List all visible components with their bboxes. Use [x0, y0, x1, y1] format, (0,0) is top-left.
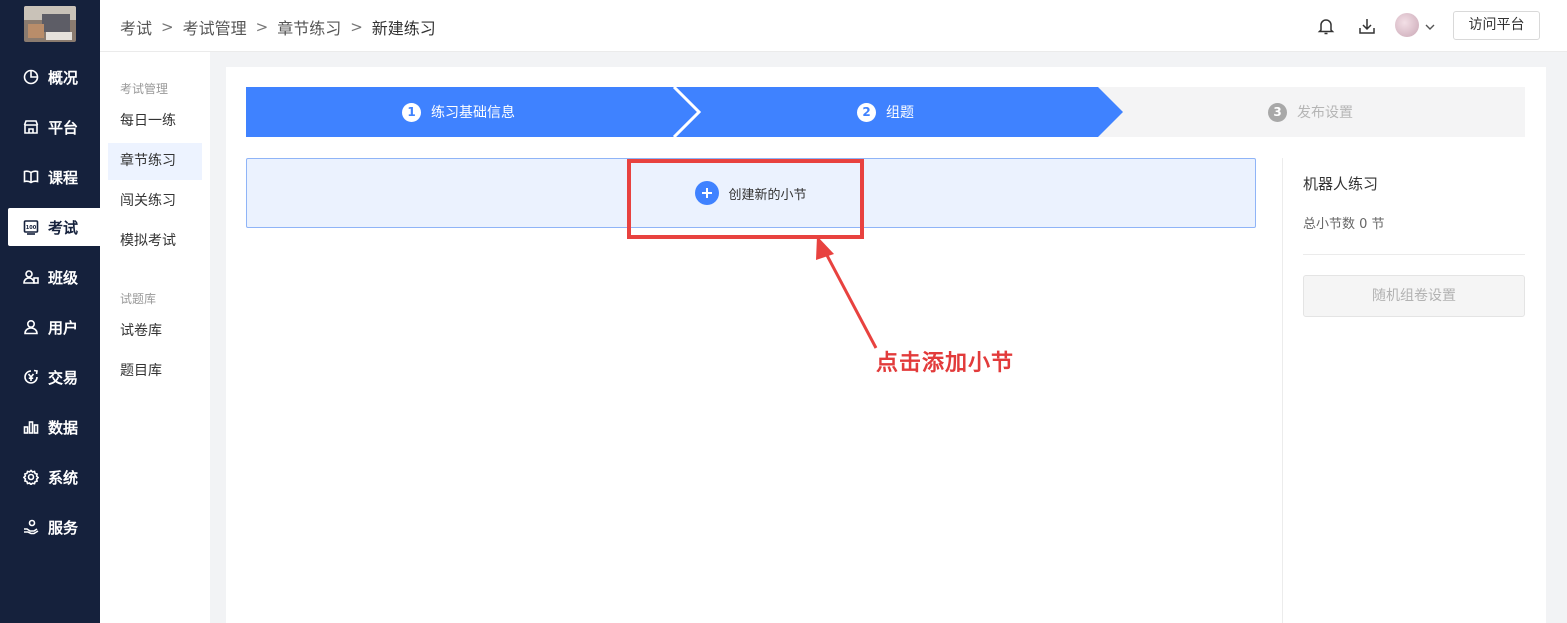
breadcrumb: 考试 > 考试管理 > 章节练习 > 新建练习	[120, 15, 436, 39]
chevron-right-icon: >	[255, 18, 269, 36]
nav-label: 数据	[48, 418, 79, 437]
step-label: 发布设置	[1297, 105, 1353, 121]
annotation-text: 点击添加小节	[876, 350, 1015, 376]
nav-item-exam[interactable]: 100 考试	[8, 208, 100, 246]
steps-progress-shape	[246, 87, 1123, 137]
step-label: 组题	[886, 105, 914, 121]
panel-divider	[1282, 158, 1283, 623]
step-number: 1	[402, 102, 421, 122]
subnav-item-mock[interactable]: 模拟考试	[108, 223, 202, 260]
subnav-item-chapter[interactable]: 章节练习	[108, 143, 202, 180]
subnav-item-paper-bank[interactable]: 试卷库	[108, 313, 202, 350]
nav-item-service[interactable]: 服务	[8, 508, 100, 546]
step-3[interactable]: 3 发布设置	[1268, 87, 1353, 137]
nav-label: 交易	[48, 368, 79, 387]
nav-label: 用户	[48, 318, 79, 337]
practice-title: 机器人练习	[1303, 175, 1379, 193]
nav-label: 概况	[48, 68, 79, 87]
subnav-group-title: 试题库	[120, 292, 157, 306]
annotation-arrow	[816, 236, 878, 349]
step-number: 3	[1268, 102, 1287, 122]
download-icon[interactable]	[1356, 15, 1378, 37]
chevron-right-icon: >	[161, 18, 174, 36]
divider	[1303, 254, 1525, 255]
bell-icon[interactable]	[1315, 15, 1337, 37]
pie-chart-icon	[22, 68, 40, 86]
sub-nav: 考试管理 每日一练 章节练习 闯关练习 模拟考试 试题库 试卷库 题目库	[100, 52, 210, 623]
avatar[interactable]	[1395, 13, 1419, 37]
book-icon	[22, 168, 40, 186]
nav-label: 课程	[48, 168, 79, 187]
step-label: 练习基础信息	[431, 105, 515, 121]
subnav-group-title: 考试管理	[120, 82, 169, 96]
nav-item-trade[interactable]: 交易	[8, 358, 100, 396]
highlight-box	[627, 159, 864, 239]
store-icon	[22, 118, 40, 136]
platform-logo[interactable]	[24, 6, 76, 42]
top-header: 考试 > 考试管理 > 章节练习 > 新建练习 访问平台	[100, 0, 1567, 52]
breadcrumb-item[interactable]: 考试	[120, 15, 152, 39]
visit-platform-button[interactable]: 访问平台	[1453, 11, 1540, 40]
nav-item-course[interactable]: 课程	[8, 158, 100, 196]
main-nav: 概况 平台 课程 100 考试 班级 用户 交易 数据 系统 服务	[0, 0, 100, 623]
service-hand-icon	[22, 518, 40, 536]
svg-text:100: 100	[26, 225, 37, 231]
random-paper-settings-button[interactable]: 随机组卷设置	[1303, 275, 1525, 317]
breadcrumb-item[interactable]: 考试管理	[183, 15, 247, 39]
step-2[interactable]: 2 组题	[857, 87, 914, 137]
nav-label: 班级	[48, 268, 79, 287]
nav-item-data[interactable]: 数据	[8, 408, 100, 446]
chevron-down-icon[interactable]	[1424, 18, 1436, 37]
nav-label: 平台	[48, 118, 79, 137]
nav-item-user[interactable]: 用户	[8, 308, 100, 346]
users-icon	[22, 268, 40, 286]
chevron-right-icon: >	[350, 18, 363, 36]
subnav-item-daily[interactable]: 每日一练	[108, 103, 202, 140]
nav-label: 系统	[48, 468, 79, 487]
nav-item-class[interactable]: 班级	[8, 258, 100, 296]
gear-icon	[22, 468, 40, 486]
step-1[interactable]: 1 练习基础信息	[402, 87, 515, 137]
step-number: 2	[857, 102, 876, 122]
breadcrumb-current: 新建练习	[371, 19, 436, 38]
nav-item-system[interactable]: 系统	[8, 458, 100, 496]
exam-100-icon: 100	[22, 218, 40, 236]
section-count: 总小节数 0 节	[1303, 217, 1385, 232]
user-icon	[22, 318, 40, 336]
nav-item-platform[interactable]: 平台	[8, 108, 100, 146]
subnav-item-levels[interactable]: 闯关练习	[108, 183, 202, 220]
breadcrumb-item[interactable]: 章节练习	[277, 15, 341, 39]
yen-icon	[22, 368, 40, 386]
nav-label: 服务	[48, 518, 79, 537]
bar-chart-icon	[22, 418, 40, 436]
nav-item-overview[interactable]: 概况	[8, 58, 100, 96]
subnav-item-question-bank[interactable]: 题目库	[108, 353, 202, 390]
nav-label: 考试	[48, 218, 79, 237]
